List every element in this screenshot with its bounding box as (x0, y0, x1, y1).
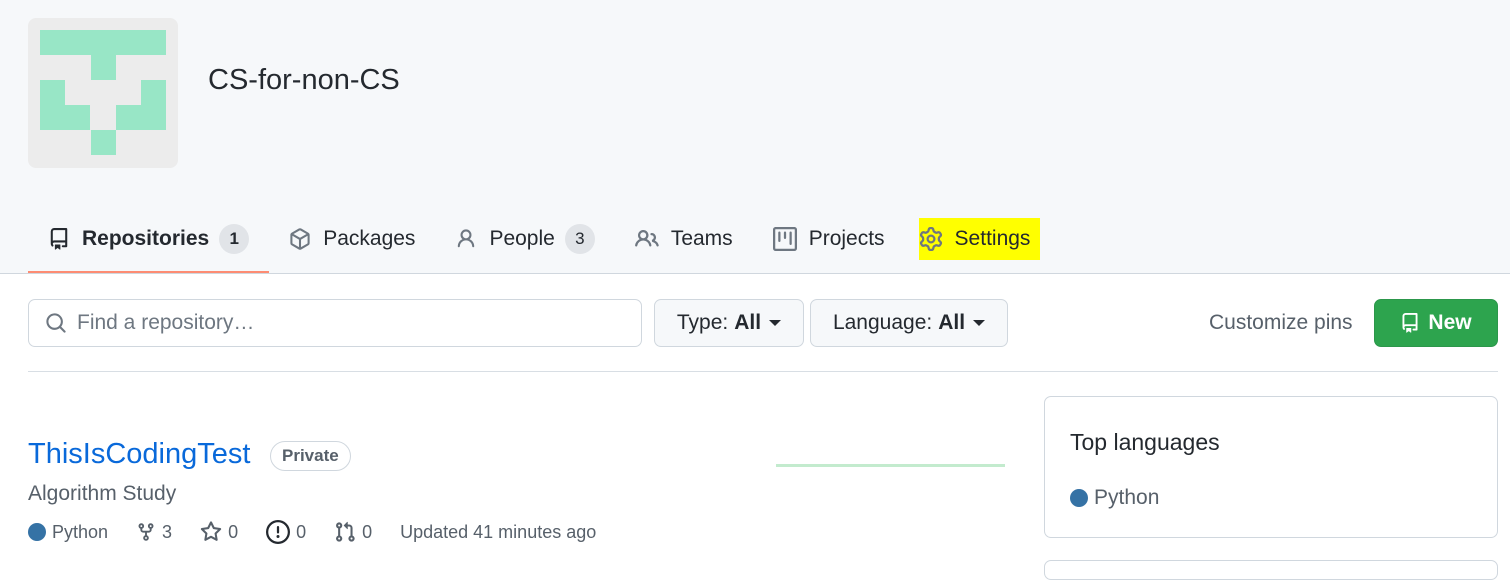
repo-stars[interactable]: 0 (200, 521, 238, 543)
repo-search-box[interactable] (28, 299, 642, 347)
tab-teams[interactable]: Teams (615, 210, 753, 268)
people-icon (634, 229, 659, 247)
org-nav-tabs: Repositories 1 Packages People 3 Teams P… (28, 210, 1041, 274)
org-avatar (28, 18, 178, 168)
issue-icon (266, 520, 291, 544)
tab-repositories[interactable]: Repositories 1 (28, 210, 270, 274)
repo-stars-count: 0 (228, 521, 239, 542)
new-button-label: New (1428, 311, 1472, 334)
new-repository-button[interactable]: New (1374, 299, 1498, 347)
project-icon (772, 227, 797, 251)
person-icon (458, 229, 475, 248)
gear-icon (919, 227, 942, 251)
tab-repositories-label: Repositories (82, 227, 210, 250)
repo-search-input[interactable] (77, 311, 617, 335)
tab-packages[interactable]: Packages (269, 210, 435, 268)
tab-projects-label: Projects (808, 227, 885, 250)
repo-icon (1402, 313, 1418, 333)
tab-people-count: 3 (564, 224, 595, 254)
tab-teams-label: Teams (670, 227, 733, 250)
tab-repositories-count: 1 (219, 224, 250, 254)
activity-sparkline (776, 464, 1005, 467)
pull-request-icon (336, 521, 355, 542)
type-filter-label: Type: (676, 311, 729, 334)
search-icon (46, 313, 66, 333)
repo-language-label: Python (52, 521, 109, 542)
repo-forks-count: 3 (162, 521, 173, 542)
top-language-label: Python (1094, 486, 1160, 509)
repo-language: Python (28, 522, 108, 543)
repo-forks[interactable]: 3 (136, 521, 172, 543)
top-language-item[interactable]: Python (1070, 486, 1159, 510)
top-languages-title: Top languages (1070, 429, 1220, 455)
repo-name-link[interactable]: ThisIsCodingTest (28, 438, 250, 471)
header-border (0, 273, 1510, 274)
caret-down-icon (973, 320, 986, 326)
type-filter-dropdown[interactable]: Type: All (654, 299, 804, 347)
tab-packages-label: Packages (323, 227, 416, 250)
org-avatar-identicon (40, 30, 166, 155)
repo-pull-requests-count: 0 (362, 521, 373, 542)
fork-icon (138, 523, 154, 541)
next-sidebar-box (1044, 560, 1498, 580)
language-filter-label: Language: (832, 311, 933, 334)
tab-people[interactable]: People 3 (435, 210, 614, 268)
language-color-dot (28, 523, 46, 541)
visibility-badge: Private (270, 441, 351, 471)
tab-settings-label: Settings (954, 227, 1031, 250)
tab-people-label: People (489, 227, 555, 250)
language-color-dot (1070, 489, 1088, 507)
language-filter-value: All (938, 311, 966, 334)
repo-icon (50, 228, 68, 250)
filter-divider (28, 371, 1498, 372)
language-filter-dropdown[interactable]: Language: All (810, 299, 1008, 347)
settings-highlight: Settings (918, 218, 1041, 260)
org-name: CS-for-non-CS (208, 64, 400, 96)
tab-projects[interactable]: Projects (753, 210, 905, 268)
repo-pull-requests[interactable]: 0 (334, 521, 372, 543)
repo-description: Algorithm Study (28, 482, 177, 505)
repo-issues-count: 0 (296, 521, 307, 542)
repo-issues[interactable]: 0 (266, 520, 306, 544)
customize-pins-button[interactable]: Customize pins (1209, 311, 1353, 335)
top-languages-box: Top languages Python (1044, 396, 1498, 538)
tab-settings[interactable]: Settings (918, 210, 1041, 268)
repo-meta: Python 3 0 0 0 Updated 41 minutes ago (28, 520, 624, 544)
caret-down-icon (769, 320, 782, 326)
type-filter-value: All (734, 311, 762, 334)
star-icon (200, 521, 222, 541)
package-icon (290, 228, 310, 250)
repo-updated: Updated 41 minutes ago (400, 521, 597, 542)
